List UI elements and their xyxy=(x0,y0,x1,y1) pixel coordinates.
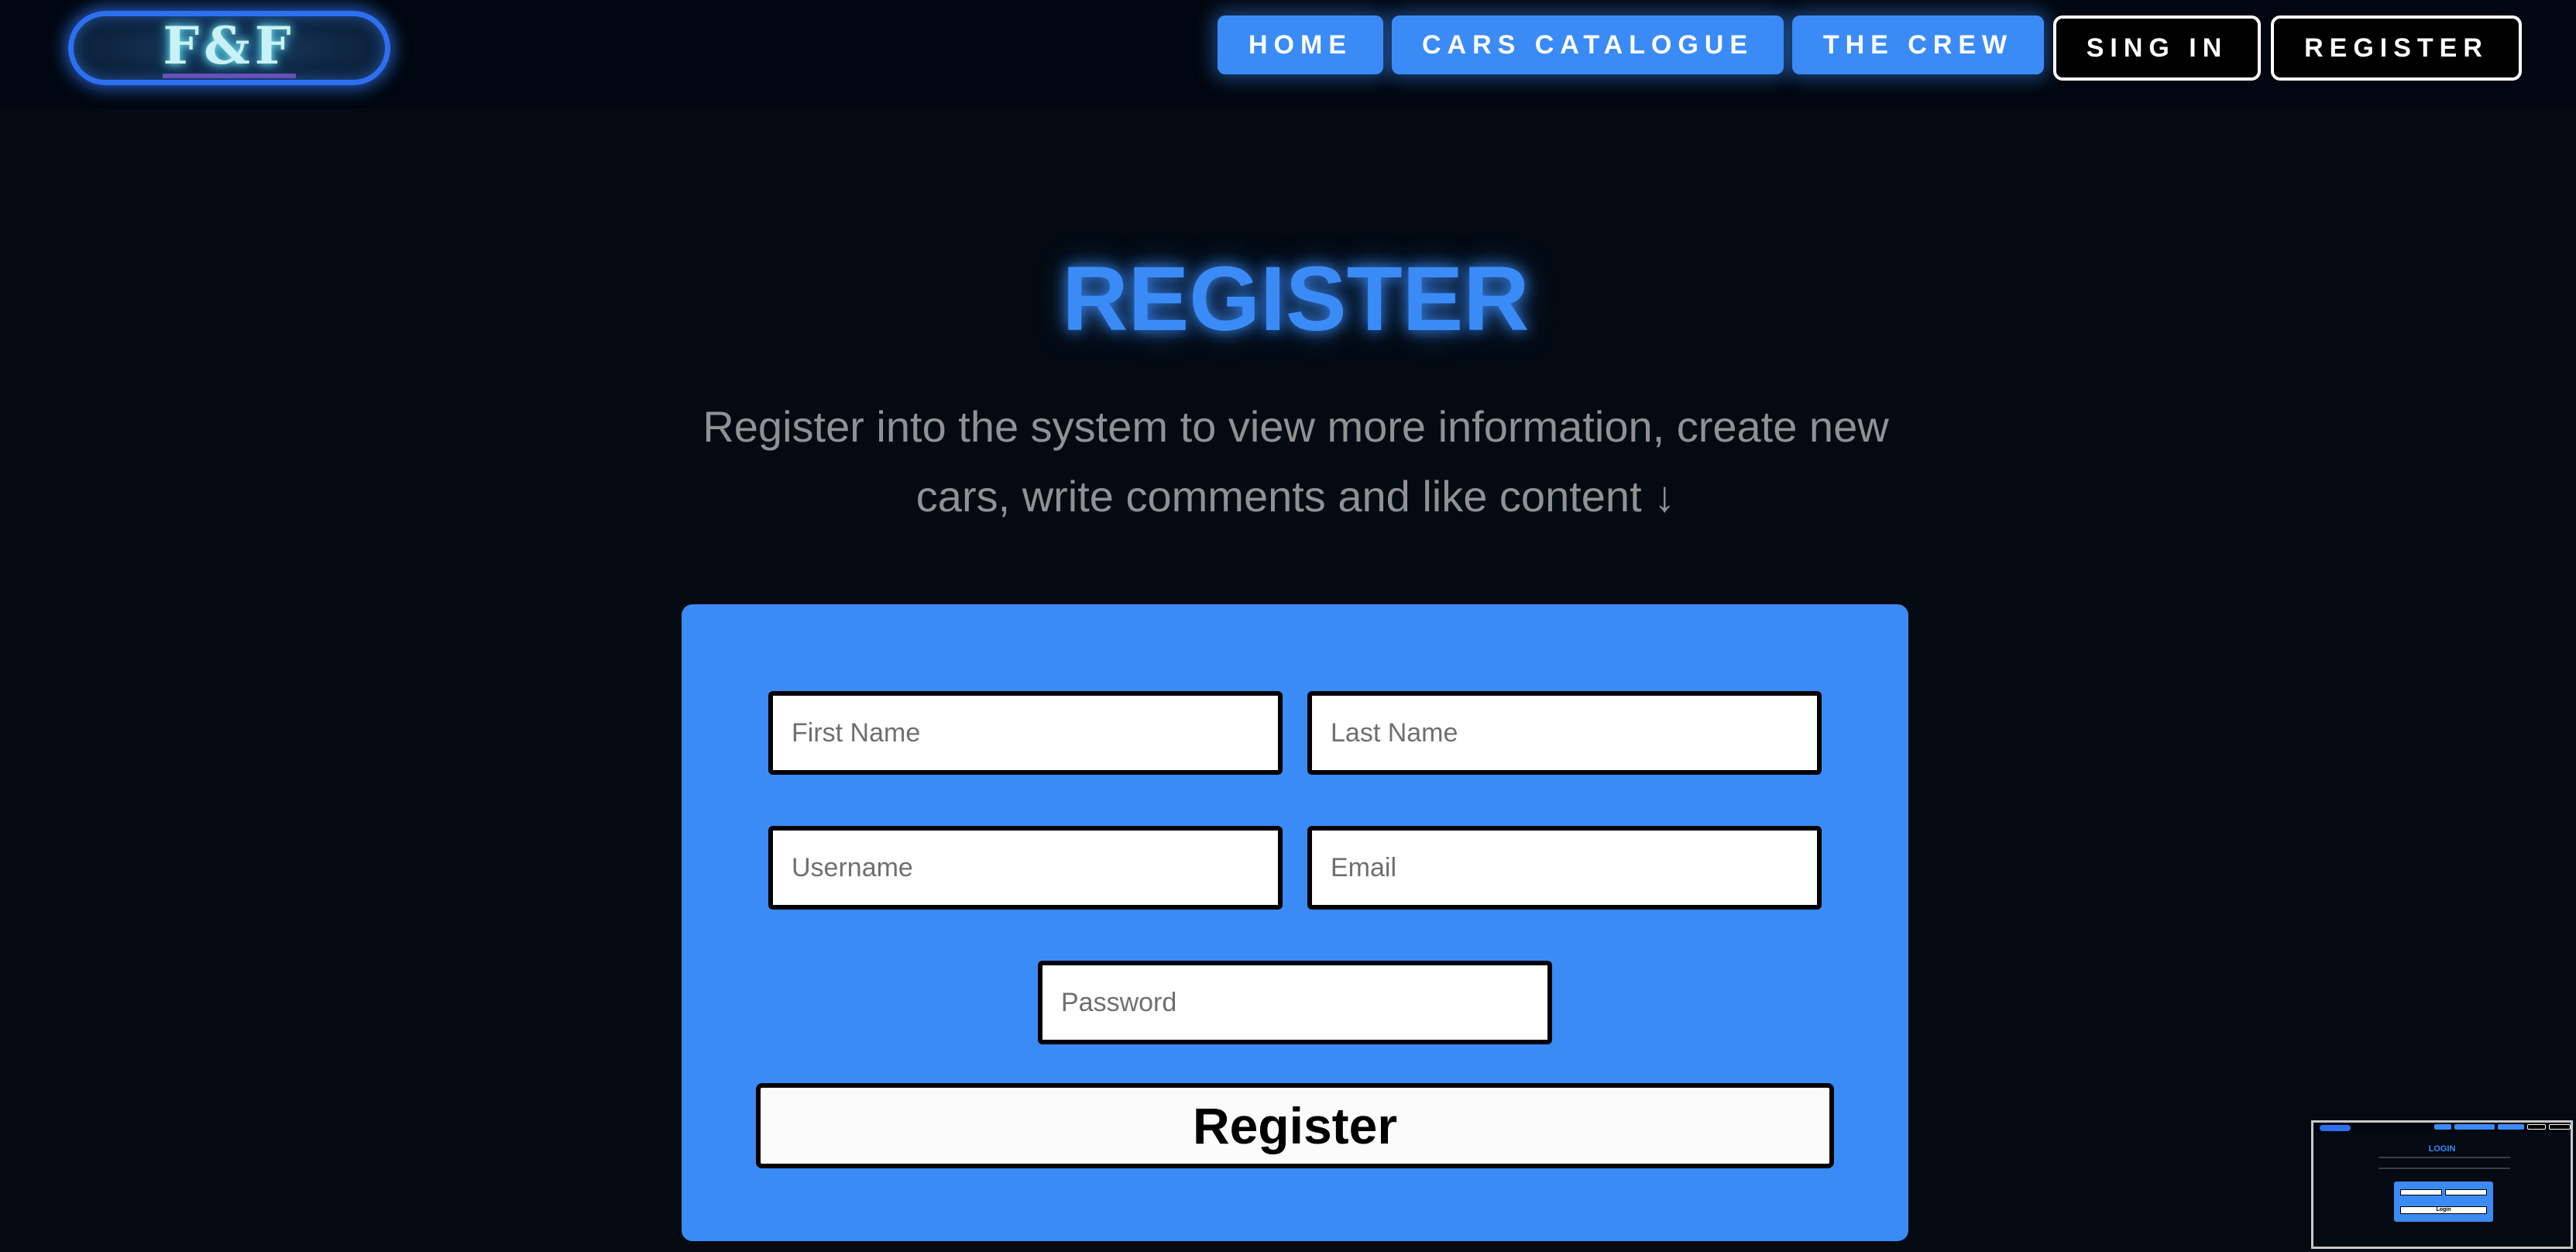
nav-home-button[interactable]: HOME xyxy=(1218,15,1383,74)
page-thumbnail-preview[interactable]: LOGIN Login xyxy=(2311,1120,2573,1249)
email-input[interactable] xyxy=(1307,826,1822,910)
logo-text: F&F xyxy=(163,18,296,78)
thumbnail-nav-item xyxy=(2434,1124,2451,1130)
thumbnail-form-card: Login xyxy=(2394,1181,2493,1222)
nav-sign-in-button[interactable]: SING IN xyxy=(2053,15,2261,81)
nav-register-button[interactable]: REGISTER xyxy=(2271,15,2522,81)
nav-cars-catalogue-button[interactable]: CARS CATALOGUE xyxy=(1392,15,1784,74)
thumbnail-nav-item xyxy=(2549,1124,2571,1130)
first-name-input[interactable] xyxy=(768,691,1283,775)
page-subtitle: Register into the system to view more in… xyxy=(702,402,1889,521)
thumbnail-input xyxy=(2400,1189,2442,1195)
thumbnail-input xyxy=(2445,1189,2487,1195)
password-input[interactable] xyxy=(1038,961,1552,1044)
thumbnail-logo xyxy=(2320,1125,2351,1131)
thumbnail-nav-item xyxy=(2527,1124,2546,1130)
thumbnail-nav-item xyxy=(2454,1124,2495,1130)
thumbnail-title: LOGIN xyxy=(2428,1144,2456,1154)
thumbnail-login-button: Login xyxy=(2400,1206,2487,1214)
thumbnail-nav-item xyxy=(2498,1124,2524,1130)
thumbnail-subtitle-lines xyxy=(2379,1157,2510,1169)
register-submit-button[interactable]: Register xyxy=(756,1083,1834,1168)
username-input[interactable] xyxy=(768,826,1283,910)
top-navigation-bar: F&F HOME CARS CATALOGUE THE CREW SING IN… xyxy=(0,0,2576,108)
site-logo[interactable]: F&F xyxy=(68,11,390,85)
thumbnail-nav-bar xyxy=(2313,1123,2571,1132)
last-name-input[interactable] xyxy=(1307,691,1822,775)
register-form: Register xyxy=(682,604,1908,1241)
page-title: REGISTER xyxy=(1062,248,1530,350)
nav-the-crew-button[interactable]: THE CREW xyxy=(1792,15,2044,74)
